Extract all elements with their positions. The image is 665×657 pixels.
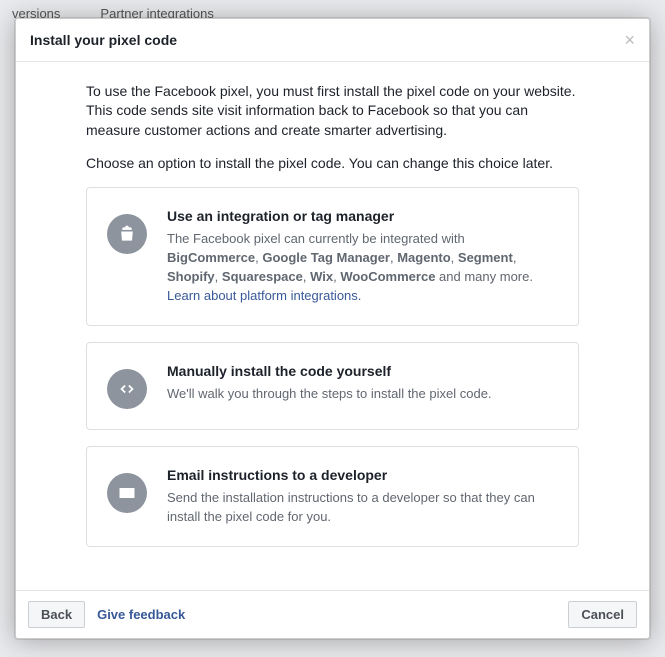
option-integration-desc: The Facebook pixel can currently be inte… (167, 230, 554, 287)
option-manual-content: Manually install the code yourself We'll… (167, 363, 492, 404)
option-integration-content: Use an integration or tag manager The Fa… (167, 208, 554, 305)
shopping-bag-icon (107, 214, 147, 254)
install-options: Use an integration or tag manager The Fa… (86, 187, 579, 547)
modal-footer: Back Give feedback Cancel (16, 590, 649, 638)
option-email-desc: Send the installation instructions to a … (167, 489, 554, 527)
option-manual[interactable]: Manually install the code yourself We'll… (86, 342, 579, 430)
modal-header: Install your pixel code × (16, 19, 649, 62)
option-email[interactable]: Email instructions to a developer Send t… (86, 446, 579, 548)
option-manual-title: Manually install the code yourself (167, 363, 492, 379)
modal-title: Install your pixel code (30, 32, 177, 48)
option-integration[interactable]: Use an integration or tag manager The Fa… (86, 187, 579, 326)
back-button[interactable]: Back (28, 601, 85, 628)
envelope-icon (107, 473, 147, 513)
modal-body: To use the Facebook pixel, you must firs… (16, 62, 649, 590)
cancel-button[interactable]: Cancel (568, 601, 637, 628)
close-icon[interactable]: × (624, 31, 635, 49)
intro-paragraph-1: To use the Facebook pixel, you must firs… (86, 82, 579, 140)
intro-text: To use the Facebook pixel, you must firs… (86, 82, 579, 173)
code-icon (107, 369, 147, 409)
option-email-title: Email instructions to a developer (167, 467, 554, 483)
option-email-content: Email instructions to a developer Send t… (167, 467, 554, 527)
give-feedback-link[interactable]: Give feedback (97, 607, 185, 622)
learn-integrations-link[interactable]: Learn about platform integrations. (167, 288, 361, 303)
install-pixel-modal: Install your pixel code × To use the Fac… (15, 18, 650, 639)
option-manual-desc: We'll walk you through the steps to inst… (167, 385, 492, 404)
option-integration-title: Use an integration or tag manager (167, 208, 554, 224)
intro-paragraph-2: Choose an option to install the pixel co… (86, 154, 579, 173)
